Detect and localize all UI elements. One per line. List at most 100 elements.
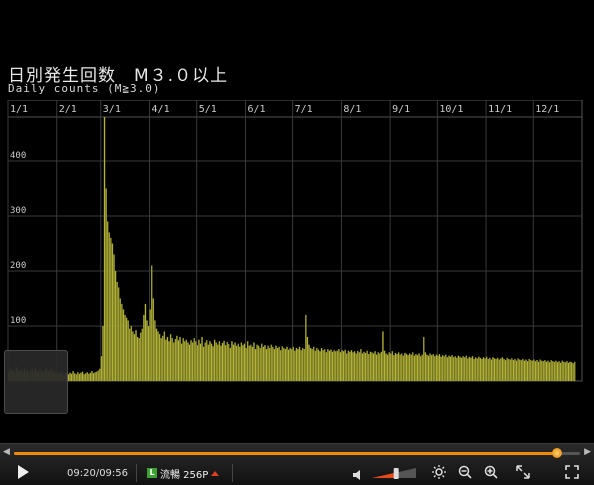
bar <box>460 357 463 382</box>
bar <box>188 344 191 382</box>
expand-icon[interactable] <box>516 465 530 479</box>
bar <box>86 372 88 382</box>
bar <box>212 346 214 382</box>
bar <box>371 352 373 382</box>
bar <box>114 270 117 382</box>
bar <box>478 356 480 382</box>
bar <box>253 342 255 382</box>
divider <box>136 464 137 482</box>
bar <box>262 346 265 382</box>
seek-handle[interactable] <box>552 448 563 458</box>
bar <box>106 221 109 382</box>
bar <box>331 351 334 382</box>
bar <box>445 354 447 382</box>
x-tick-label: 6/1 <box>247 104 265 115</box>
seek-progress <box>14 452 558 455</box>
bar <box>113 254 115 382</box>
bar <box>180 343 183 382</box>
preview-thumbnail[interactable] <box>4 350 68 414</box>
bar <box>166 336 169 382</box>
bar <box>232 344 235 382</box>
seek-bar[interactable] <box>14 448 580 458</box>
bar <box>311 349 313 382</box>
bar <box>558 361 560 382</box>
brightness-icon[interactable] <box>432 465 446 479</box>
bar <box>278 346 280 382</box>
y-tick-label: 400 <box>10 151 26 161</box>
bar <box>547 360 549 382</box>
zoom-out-icon[interactable] <box>458 465 472 479</box>
bar <box>171 338 173 382</box>
bar <box>423 336 425 382</box>
bar <box>454 356 456 382</box>
bar <box>430 355 433 382</box>
y-tick-label: 300 <box>10 206 26 216</box>
bar <box>75 374 77 382</box>
y-tick-label: 100 <box>10 316 26 326</box>
bar <box>88 373 90 382</box>
bar <box>523 360 526 382</box>
bar <box>393 355 395 382</box>
bar <box>221 342 224 382</box>
video-area[interactable]: 日別発生回数 M３.０以上 Daily counts (M≧3.0) 100 20… <box>0 0 594 443</box>
bar <box>290 349 293 382</box>
bar <box>108 232 111 382</box>
bar <box>462 356 464 382</box>
volume-icon[interactable] <box>352 468 366 482</box>
bar <box>374 351 376 382</box>
bar <box>268 347 271 382</box>
bar <box>452 357 455 382</box>
bar <box>195 341 197 382</box>
bar <box>408 353 411 382</box>
bar <box>158 334 161 382</box>
bar <box>385 353 387 382</box>
bar <box>201 336 203 382</box>
bar <box>427 355 430 382</box>
bar <box>514 358 516 382</box>
quality-label: 流暢 256P <box>160 469 209 481</box>
bar <box>429 353 431 382</box>
bar <box>426 354 428 382</box>
bar <box>320 347 323 382</box>
bar <box>133 334 136 382</box>
bar <box>281 346 283 382</box>
quality-button[interactable]: L 流暢 256P <box>143 464 223 482</box>
bar <box>386 354 389 382</box>
bar <box>364 352 367 382</box>
bar <box>552 361 554 382</box>
bar <box>162 335 164 382</box>
bar <box>415 353 417 382</box>
bar <box>574 361 576 382</box>
bar <box>506 357 508 382</box>
bar <box>493 358 496 382</box>
bar <box>481 358 483 382</box>
bar <box>559 362 562 382</box>
bar <box>122 309 125 382</box>
play-icon[interactable] <box>18 465 29 479</box>
bar <box>498 359 501 382</box>
bar <box>292 346 295 382</box>
bar <box>539 359 541 382</box>
player-control-bar: ◀ ▶ 09:20/09:56 L 流暢 256P <box>0 443 594 485</box>
bar <box>397 352 400 382</box>
bar <box>309 347 312 382</box>
seek-back-icon[interactable]: ◀ <box>3 447 10 457</box>
bar <box>489 357 491 382</box>
bar <box>518 359 521 382</box>
bar <box>300 350 302 382</box>
fullscreen-icon[interactable] <box>565 465 579 479</box>
bar <box>459 356 461 382</box>
bar <box>404 352 406 382</box>
bar <box>484 358 486 382</box>
bar <box>190 340 192 382</box>
bar <box>259 347 261 382</box>
zoom-in-icon[interactable] <box>484 465 498 479</box>
bar <box>286 346 288 382</box>
volume-slider[interactable] <box>370 466 418 480</box>
bar <box>316 347 318 382</box>
bar <box>572 363 574 382</box>
seek-forward-icon[interactable]: ▶ <box>584 447 591 457</box>
bar <box>128 328 131 382</box>
bar <box>468 356 471 382</box>
bar <box>380 351 383 382</box>
